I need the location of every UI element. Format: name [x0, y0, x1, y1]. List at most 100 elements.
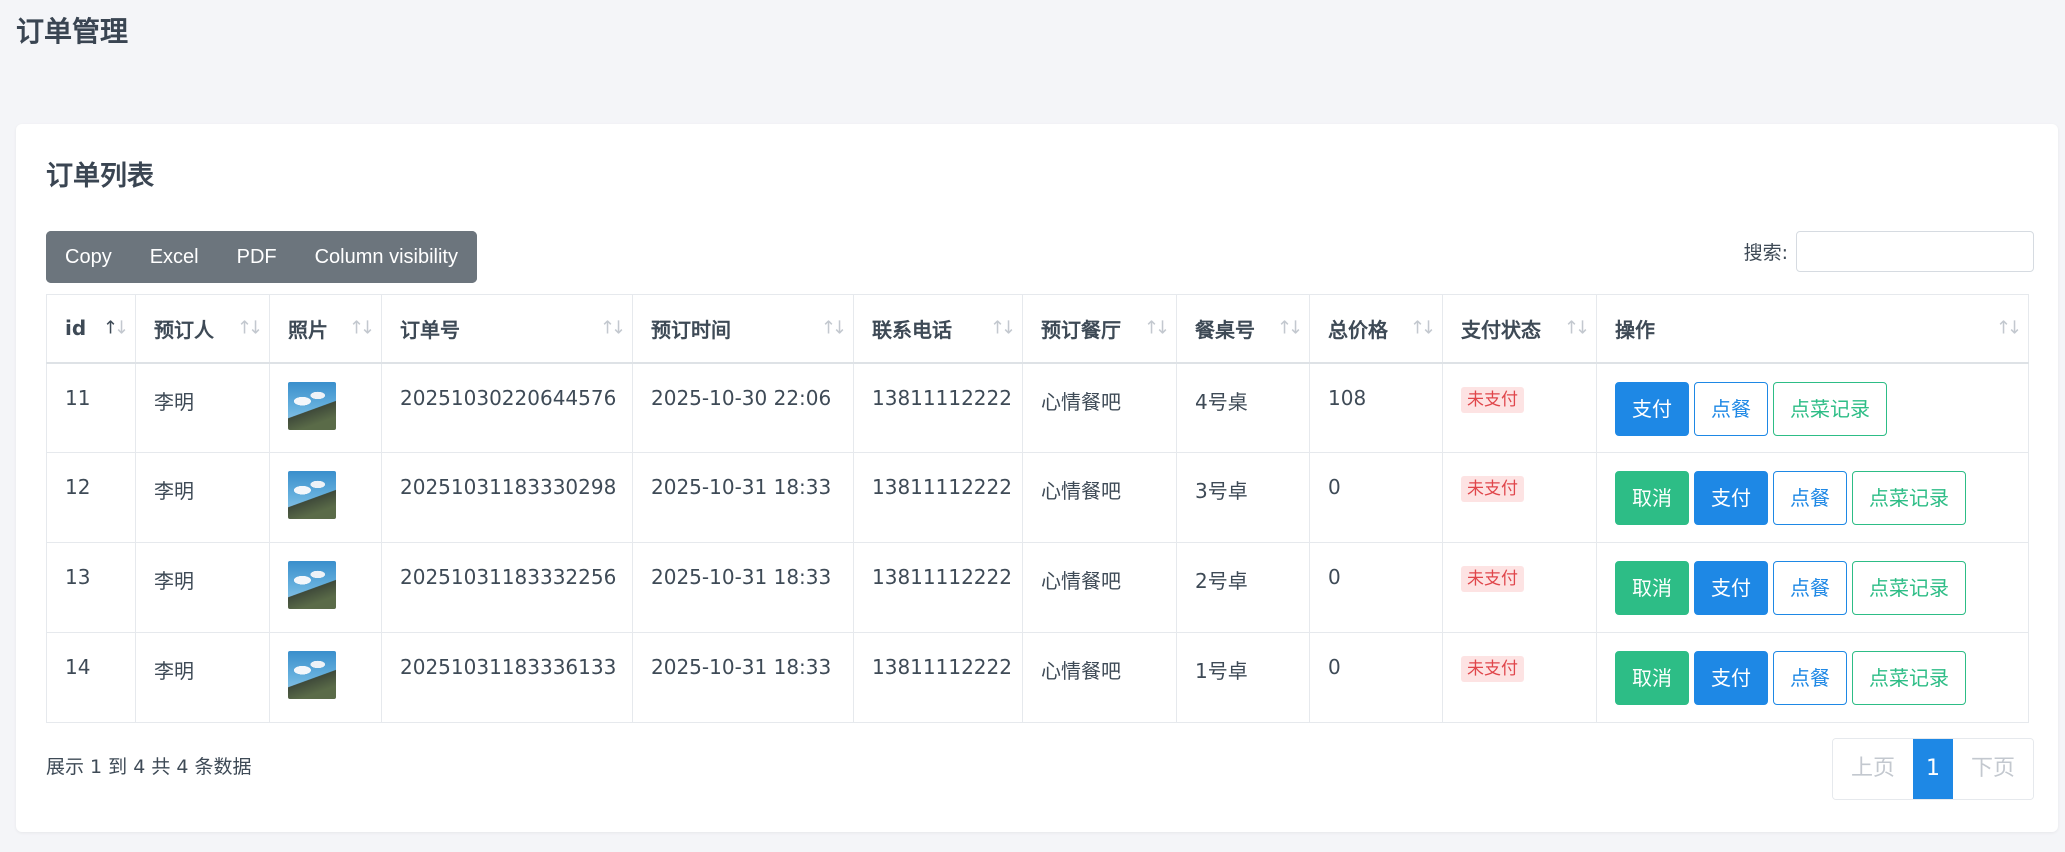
cell-order-no: 20251030220644576	[381, 362, 633, 453]
photo-thumbnail[interactable]	[288, 381, 336, 430]
order-record-button[interactable]: 点菜记录	[1773, 381, 1887, 436]
cell-status: 未支付	[1442, 452, 1597, 543]
table-header-row: id ↑↓ 预订人 ↑↓ 照片 ↑↓ 订单号 ↑↓ 预订时间 ↑↓ 联系电话 ↑↓ 预订餐厅…	[46, 294, 2029, 364]
cancel-button[interactable]: 取消	[1615, 561, 1689, 615]
column-header-id[interactable]: id ↑↓	[46, 294, 136, 364]
column-header-photo[interactable]: 照片 ↑↓	[269, 294, 382, 364]
orders-table: id ↑↓ 预订人 ↑↓ 照片 ↑↓ 订单号 ↑↓ 预订时间 ↑↓ 联系电话 ↑↓ 预订餐厅…	[46, 294, 2029, 723]
column-header-price[interactable]: 总价格 ↑↓	[1309, 294, 1443, 364]
cell-actions: 取消 支付 点餐 点菜记录	[1596, 452, 2029, 543]
cell-actions: 取消 支付 点餐 点菜记录	[1596, 632, 2029, 723]
cell-id: 13	[46, 542, 136, 633]
cell-name: 李明	[135, 362, 270, 453]
cell-status: 未支付	[1442, 542, 1597, 633]
pdf-button[interactable]: PDF	[217, 231, 296, 283]
cell-name: 李明	[135, 542, 270, 633]
pay-button[interactable]: 支付	[1694, 471, 1768, 525]
column-header-name[interactable]: 预订人 ↑↓	[135, 294, 270, 364]
cell-price: 0	[1309, 632, 1443, 723]
cell-phone: 13811112222	[853, 452, 1023, 543]
search-area: 搜索:	[1744, 231, 2034, 272]
cancel-button[interactable]: 取消	[1615, 651, 1689, 705]
column-header-time[interactable]: 预订时间 ↑↓	[632, 294, 854, 364]
table-row: 13 李明 20251031183332256 2025-10-31 18:33…	[46, 542, 2029, 633]
sort-icon: ↑↓	[599, 317, 626, 339]
cell-phone: 13811112222	[853, 542, 1023, 633]
photo-thumbnail[interactable]	[288, 561, 336, 609]
next-page-button[interactable]: 下页	[1952, 739, 2033, 799]
cell-phone: 13811112222	[853, 362, 1023, 453]
sort-icon: ↑↓	[1276, 317, 1303, 339]
cell-restaurant: 心情餐吧	[1022, 542, 1177, 633]
cell-name: 李明	[135, 452, 270, 543]
column-header-table-no[interactable]: 餐桌号 ↑↓	[1176, 294, 1310, 364]
order-record-button[interactable]: 点菜记录	[1852, 471, 1966, 525]
pay-button[interactable]: 支付	[1615, 381, 1689, 436]
status-badge: 未支付	[1461, 386, 1524, 413]
sort-icon: ↑↓	[989, 317, 1016, 339]
order-dishes-button[interactable]: 点餐	[1773, 561, 1847, 615]
sort-icon: ↑↓	[1563, 317, 1590, 339]
status-badge: 未支付	[1461, 566, 1524, 592]
sort-icon: ↑↓	[1409, 317, 1436, 339]
cell-restaurant: 心情餐吧	[1022, 632, 1177, 723]
cell-status: 未支付	[1442, 362, 1597, 453]
cell-photo	[269, 542, 382, 633]
cell-table-no: 3号卓	[1176, 452, 1310, 543]
cell-time: 2025-10-31 18:33	[632, 452, 854, 543]
excel-button[interactable]: Excel	[130, 231, 218, 283]
search-input[interactable]	[1796, 231, 2034, 272]
order-list-card: 订单列表 Copy Excel PDF Column visibility 搜索…	[16, 124, 2058, 832]
cell-restaurant: 心情餐吧	[1022, 452, 1177, 543]
cell-price: 108	[1309, 362, 1443, 453]
pay-button[interactable]: 支付	[1694, 651, 1768, 705]
pay-button[interactable]: 支付	[1694, 561, 1768, 615]
order-dishes-button[interactable]: 点餐	[1773, 651, 1847, 705]
cell-price: 0	[1309, 452, 1443, 543]
photo-thumbnail[interactable]	[288, 651, 336, 699]
column-header-restaurant[interactable]: 预订餐厅 ↑↓	[1022, 294, 1177, 364]
sort-icon: ↑↓	[820, 317, 847, 339]
order-dishes-button[interactable]: 点餐	[1694, 381, 1768, 436]
status-badge: 未支付	[1461, 476, 1524, 502]
table-row: 11 李明 20251030220644576 2025-10-30 22:06…	[46, 362, 2029, 453]
sort-icon: ↑↓	[1143, 317, 1170, 339]
cell-photo	[269, 632, 382, 723]
page-title: 订单管理	[16, 15, 129, 48]
column-visibility-button[interactable]: Column visibility	[295, 231, 477, 283]
photo-thumbnail[interactable]	[288, 471, 336, 519]
cell-photo	[269, 452, 382, 543]
export-button-group: Copy Excel PDF Column visibility	[46, 231, 477, 283]
column-header-phone[interactable]: 联系电话 ↑↓	[853, 294, 1023, 364]
cancel-button[interactable]: 取消	[1615, 471, 1689, 525]
cell-actions: 取消 支付 点餐 点菜记录	[1596, 542, 2029, 633]
cell-status: 未支付	[1442, 632, 1597, 723]
cell-price: 0	[1309, 542, 1443, 633]
column-header-order-no[interactable]: 订单号 ↑↓	[381, 294, 633, 364]
cell-actions: 支付 点餐 点菜记录	[1596, 362, 2029, 453]
cell-table-no: 2号卓	[1176, 542, 1310, 633]
search-label: 搜索:	[1743, 242, 1788, 264]
card-title: 订单列表	[46, 161, 154, 192]
cell-table-no: 4号桌	[1176, 362, 1310, 453]
page-1-button[interactable]: 1	[1912, 739, 1953, 799]
sort-icon: ↑↓	[236, 317, 263, 339]
table-row: 14 李明 20251031183336133 2025-10-31 18:33…	[46, 632, 2029, 723]
order-record-button[interactable]: 点菜记录	[1852, 561, 1966, 615]
cell-id: 14	[46, 632, 136, 723]
cell-order-no: 20251031183332256	[381, 542, 633, 633]
order-record-button[interactable]: 点菜记录	[1852, 651, 1966, 705]
sort-asc-icon: ↑↓	[102, 317, 129, 339]
column-header-actions[interactable]: 操作 ↑↓	[1596, 294, 2029, 364]
cell-id: 11	[46, 362, 136, 453]
copy-button[interactable]: Copy	[46, 231, 131, 283]
cell-restaurant: 心情餐吧	[1022, 362, 1177, 453]
table-row: 12 李明 20251031183330298 2025-10-31 18:33…	[46, 452, 2029, 543]
sort-icon: ↑↓	[1995, 317, 2022, 339]
cell-photo	[269, 362, 382, 453]
prev-page-button[interactable]: 上页	[1832, 739, 1913, 799]
order-dishes-button[interactable]: 点餐	[1773, 471, 1847, 525]
table-info: 展示 1 到 4 共 4 条数据	[46, 756, 252, 778]
column-header-status[interactable]: 支付状态 ↑↓	[1442, 294, 1597, 364]
cell-table-no: 1号卓	[1176, 632, 1310, 723]
